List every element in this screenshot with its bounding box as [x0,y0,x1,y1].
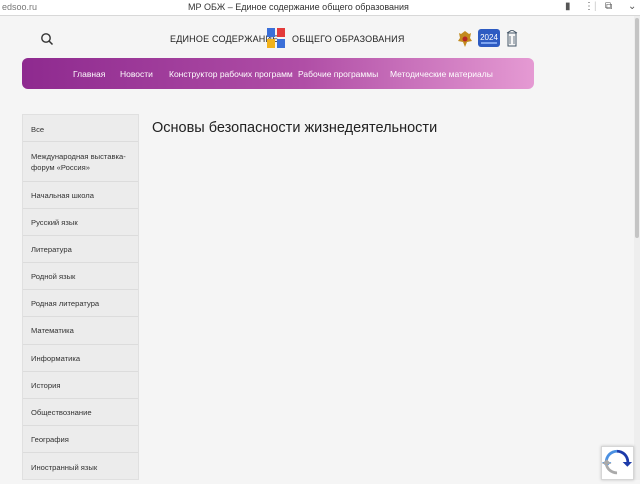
nav-methodical-materials[interactable]: Методические материалы [390,69,493,79]
brand-text-left: ЕДИНОЕ СОДЕРЖАНИЕ [170,34,279,44]
browser-bar: edsoo.ru МР ОБЖ – Единое содержание обще… [0,0,640,16]
extensions-icon[interactable]: ⧉ [605,1,612,12]
sidebar-item-mathematics[interactable]: Математика [23,317,138,345]
year-2024-badge-icon[interactable]: 2024 [478,29,500,47]
sidebar-item-label: География [31,435,69,444]
divider: | [594,1,597,12]
sidebar-item-native-language[interactable]: Родной язык [23,263,138,290]
sidebar-item-russia-expo[interactable]: Международная выставка-форум «Россия» [23,142,138,182]
address-bar[interactable]: edsoo.ru [2,2,37,12]
sidebar-item-foreign-language[interactable]: Иностранный язык [23,453,138,480]
archive-icon[interactable] [506,30,518,48]
sidebar-item-label: Иностранный язык [31,463,98,472]
badge-year-text: 2024 [480,33,498,42]
sidebar-item-history[interactable]: История [23,372,138,399]
ministry-emblem-icon[interactable] [457,30,473,48]
sidebar-item-geography[interactable]: География [23,426,138,453]
tab-title: МР ОБЖ – Единое содержание общего образо… [188,2,409,12]
recaptcha-icon [602,449,633,475]
subject-sidebar: Все Международная выставка-форум «Россия… [22,114,139,480]
scrollbar-thumb[interactable] [635,18,639,238]
site-header: ЕДИНОЕ СОДЕРЖАНИЕ ОБЩЕГО ОБРАЗОВАНИЯ 202… [0,16,634,60]
sidebar-item-label: Информатика [31,354,81,363]
sidebar-item-label: Литература [31,245,72,254]
sidebar-item-label: История [31,381,61,390]
nav-home[interactable]: Главная [73,69,105,79]
search-icon[interactable] [40,32,54,46]
sidebar-item-label: Все [31,125,45,134]
nav-news[interactable]: Новости [120,69,153,79]
brand-text-right: ОБЩЕГО ОБРАЗОВАНИЯ [292,34,405,44]
sidebar-item-label: Русский язык [31,218,78,227]
site-logo-icon[interactable] [267,28,285,48]
nav-work-programs[interactable]: Рабочие программы [298,69,378,79]
sidebar-item-label: Родной язык [31,272,76,281]
sidebar-item-label: Обществознание [31,408,92,417]
sidebar-item-label: Начальная школа [31,191,94,200]
main-navigation: Главная Новости Конструктор рабочих прог… [22,58,534,89]
sidebar-item-literature[interactable]: Литература [23,236,138,263]
sidebar-item-label: Математика [31,326,74,335]
page-title: Основы безопасности жизнедеятельности [152,120,438,136]
sidebar-item-native-literature[interactable]: Родная литература [23,290,138,317]
sidebar-item-primary-school[interactable]: Начальная школа [23,182,138,209]
sidebar-item-social-studies[interactable]: Обществознание [23,399,138,426]
sidebar-item-informatics[interactable]: Информатика [23,345,138,372]
sidebar-item-all[interactable]: Все [23,115,138,142]
bookmark-icon[interactable]: ▮ [565,1,571,12]
sidebar-item-label: Международная выставка-форум «Россия» [31,152,126,172]
sidebar-item-russian-language[interactable]: Русский язык [23,209,138,236]
nav-program-constructor[interactable]: Конструктор рабочих программ [169,69,293,79]
recaptcha-badge[interactable] [601,446,634,480]
chevron-down-icon[interactable]: ⌄ [628,1,636,12]
menu-dots-icon[interactable]: ⋮ [584,1,594,12]
sidebar-item-label: Родная литература [31,299,100,308]
